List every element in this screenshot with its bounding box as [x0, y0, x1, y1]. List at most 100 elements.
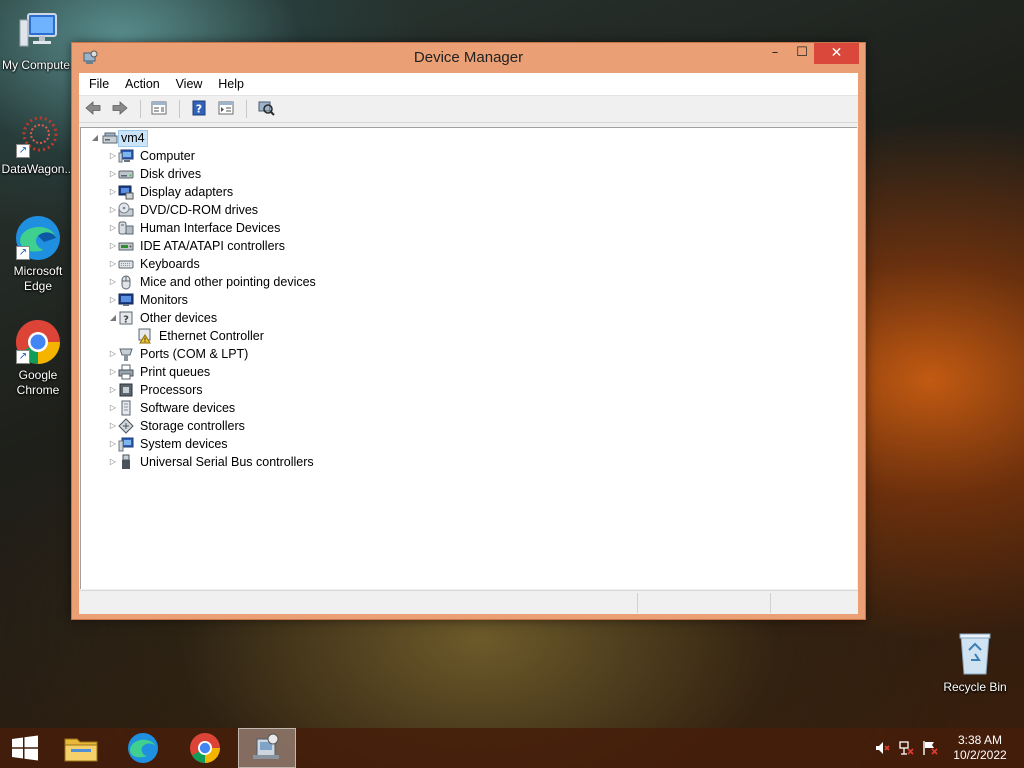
taskbar-google-chrome[interactable] — [177, 728, 233, 768]
tree-category-keyboards[interactable]: ▷ Keyboards — [108, 255, 408, 273]
tree-category-label: Print queues — [140, 365, 211, 379]
toolbar-separator — [179, 100, 181, 118]
tree-category-display-adapters[interactable]: ▷ Display adapters — [108, 183, 408, 201]
mouse-icon — [118, 274, 134, 290]
hid-icon — [118, 220, 134, 236]
ide-controller-icon — [118, 238, 134, 254]
back-arrow-icon — [85, 101, 101, 115]
tree-device-ethernet-controller[interactable]: Ethernet Controller — [127, 327, 427, 345]
file-explorer-icon — [64, 738, 98, 762]
desktop-icon-google-chrome[interactable]: ↗ Google Chrome — [0, 318, 76, 398]
tree-category-label: DVD/CD-ROM drives — [140, 203, 259, 217]
tree-category-storage-controllers[interactable]: ▷ Storage controllers — [108, 417, 408, 435]
tree-category-mice[interactable]: ▷ Mice and other pointing devices — [108, 273, 408, 291]
status-bar — [79, 590, 858, 614]
tree-category-label: Disk drives — [140, 167, 202, 181]
storage-controller-icon — [118, 418, 134, 434]
action-center-flag-icon[interactable] — [922, 740, 938, 756]
expand-arrow-icon[interactable]: ▷ — [108, 417, 118, 435]
start-button[interactable] — [0, 728, 50, 768]
close-button[interactable]: ✕ — [814, 43, 859, 64]
usb-icon — [118, 454, 134, 470]
title-bar[interactable]: Device Manager – ☐ ✕ — [72, 43, 865, 73]
expand-arrow-icon[interactable]: ▷ — [108, 291, 118, 309]
menu-view[interactable]: View — [170, 73, 209, 96]
minimize-button[interactable]: – — [765, 43, 785, 64]
taskbar: 3:38 AM 10/2/2022 — [0, 728, 1024, 768]
tree-category-label: Processors — [140, 383, 203, 397]
expand-arrow-icon[interactable]: ▷ — [108, 183, 118, 201]
expand-arrow-icon[interactable]: ▷ — [108, 273, 118, 291]
tree-category-label: Universal Serial Bus controllers — [140, 455, 314, 469]
show-hidden-button[interactable] — [215, 99, 237, 119]
expand-arrow-icon[interactable]: ▷ — [108, 201, 118, 219]
tree-category-usb-controllers[interactable]: ▷ Universal Serial Bus controllers — [108, 453, 408, 471]
expand-arrow-icon[interactable]: ▷ — [108, 165, 118, 183]
edge-icon — [128, 733, 158, 763]
desktop-icon-recycle-bin[interactable]: Recycle Bin — [937, 630, 1013, 695]
recycle-bin-icon — [951, 630, 999, 678]
menu-file[interactable]: File — [83, 73, 115, 96]
tree-category-ide-ata-atapi-controllers[interactable]: ▷ IDE ATA/ATAPI controllers — [108, 237, 408, 255]
tree-category-dvd-cd-rom-drives[interactable]: ▷ DVD/CD-ROM drives — [108, 201, 408, 219]
expand-arrow-icon[interactable]: ▷ — [108, 147, 118, 165]
maximize-button[interactable]: ☐ — [792, 43, 812, 64]
tree-category-label: Computer — [140, 149, 195, 163]
tree-category-monitors[interactable]: ▷ Monitors — [108, 291, 408, 309]
volume-muted-icon[interactable] — [874, 740, 890, 756]
status-bar-pane — [770, 593, 858, 613]
taskbar-clock[interactable]: 3:38 AM 10/2/2022 — [948, 733, 1012, 763]
menu-action[interactable]: Action — [119, 73, 166, 96]
desktop-icon-label: Recycle Bin — [943, 680, 1007, 694]
expand-arrow-icon[interactable]: ▷ — [108, 435, 118, 453]
toolbar-separator — [139, 100, 141, 118]
tree-category-print-queues[interactable]: ▷ Print queues — [108, 363, 408, 381]
monitor-icon — [118, 292, 134, 308]
expand-arrow-icon[interactable]: ▷ — [108, 255, 118, 273]
tree-category-ports[interactable]: ▷ Ports (COM & LPT) — [108, 345, 408, 363]
expand-arrow-icon[interactable]: ▷ — [108, 345, 118, 363]
windows-logo-icon — [12, 735, 38, 761]
forward-button[interactable] — [109, 99, 131, 119]
tree-category-processors[interactable]: ▷ Processors — [108, 381, 408, 399]
desktop-icon-microsoft-edge[interactable]: ↗ Microsoft Edge — [0, 214, 76, 294]
tree-category-label: System devices — [140, 437, 228, 451]
clock-date: 10/2/2022 — [953, 748, 1007, 762]
properties-button[interactable] — [148, 99, 170, 119]
taskbar-microsoft-edge[interactable] — [115, 728, 171, 768]
tree-category-label: Human Interface Devices — [140, 221, 281, 235]
expand-arrow-icon[interactable]: ▷ — [108, 219, 118, 237]
desktop-icon-my-computer[interactable]: My Computer — [0, 8, 76, 73]
desktop-icon-datawagon[interactable]: ↗ DataWagon... — [0, 112, 76, 177]
shortcut-arrow-icon: ↗ — [16, 144, 30, 158]
menu-help[interactable]: Help — [212, 73, 250, 96]
tree-root-node[interactable]: ◢ vm4 — [90, 129, 290, 147]
collapse-arrow-icon[interactable]: ◢ — [90, 129, 100, 147]
expand-arrow-icon[interactable]: ▷ — [108, 363, 118, 381]
tree-category-software-devices[interactable]: ▷ Software devices — [108, 399, 408, 417]
taskbar-device-manager[interactable] — [238, 728, 296, 768]
scan-hardware-button[interactable] — [255, 99, 277, 119]
expand-arrow-icon[interactable]: ▷ — [108, 381, 118, 399]
back-button[interactable] — [82, 99, 104, 119]
tree-category-human-interface-devices[interactable]: ▷ Human Interface Devices — [108, 219, 408, 237]
tree-category-label: Keyboards — [140, 257, 200, 271]
expand-arrow-icon[interactable]: ▷ — [108, 453, 118, 471]
system-device-icon — [118, 436, 134, 452]
expand-arrow-icon[interactable]: ▷ — [108, 399, 118, 417]
forward-arrow-icon — [112, 101, 128, 115]
expand-arrow-icon[interactable]: ▷ — [108, 237, 118, 255]
help-button[interactable]: ? — [188, 99, 210, 119]
dvd-drive-icon — [118, 202, 134, 218]
taskbar-file-explorer[interactable] — [53, 728, 109, 768]
device-tree[interactable]: ◢ vm4 ▷ Computer ▷ Disk drives ▷ Display… — [80, 127, 857, 589]
tree-category-other-devices[interactable]: ◢ ? Other devices — [108, 309, 408, 327]
tree-category-computer[interactable]: ▷ Computer — [108, 147, 408, 165]
network-icon[interactable] — [898, 740, 914, 756]
tree-category-disk-drives[interactable]: ▷ Disk drives — [108, 165, 408, 183]
collapse-arrow-icon[interactable]: ◢ — [108, 309, 118, 327]
tree-category-system-devices[interactable]: ▷ System devices — [108, 435, 408, 453]
datawagon-icon: ↗ — [14, 112, 62, 160]
shortcut-arrow-icon: ↗ — [16, 350, 30, 364]
svg-text:?: ? — [196, 103, 202, 116]
